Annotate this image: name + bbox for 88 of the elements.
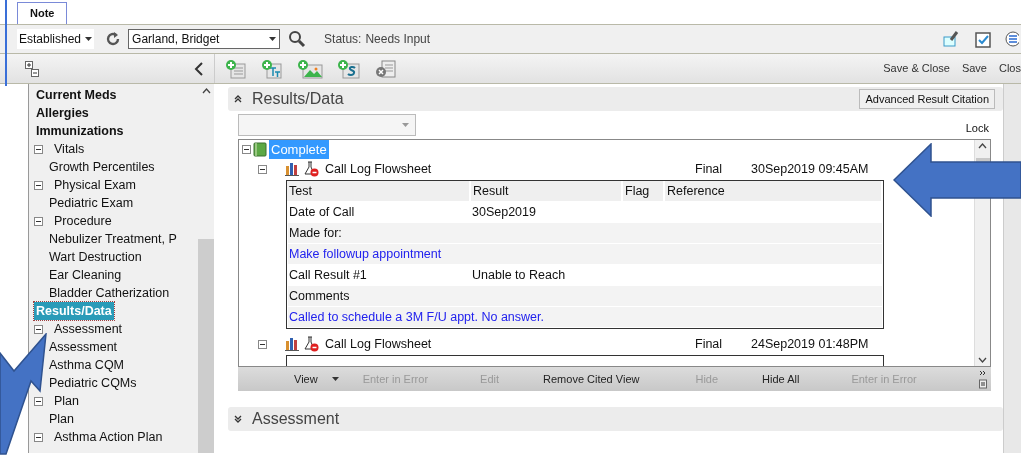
nav-item[interactable]: Plan [47,409,77,429]
test-name: Made for: [288,224,343,242]
flask-icon [303,161,319,177]
add-signature-icon[interactable] [337,58,361,79]
nav-item[interactable]: Current Meds [34,85,119,105]
add-text-icon[interactable] [261,58,283,79]
result-value: 30Sep2019 [472,203,536,221]
main-scrollbar[interactable] [1003,84,1021,453]
checkbox-icon[interactable] [975,30,991,48]
overflow-icon[interactable] [979,369,987,389]
visit-type-dropdown[interactable]: Established [17,29,95,49]
result-status: Final [695,335,724,353]
status-label: Status: [324,31,362,48]
column-header: Test [287,181,469,201]
collapse-panel-icon[interactable] [194,61,204,76]
toolbar-button[interactable]: Remove Cited View [543,370,640,388]
result-status: Final [695,160,724,178]
dropdown-caret-icon [85,37,93,41]
collapse-toggle-icon[interactable] [34,144,43,154]
nav-item[interactable]: Allergies [34,103,91,123]
nav-item[interactable]: Asthma Action Plan [52,427,165,447]
advanced-result-citation-button[interactable]: Advanced Result Citation [859,89,995,109]
flowsheet-title: Call Log Flowsheet [325,335,433,353]
column-header: Flag [623,181,663,201]
notebook-icon [253,142,267,157]
search-icon[interactable] [288,30,307,48]
collapse-toggle-icon[interactable] [34,324,43,334]
scroll-up-icon[interactable] [201,88,211,94]
result-comment: Make followup appointment [288,245,442,263]
flowsheet-title: Call Log Flowsheet [325,160,433,178]
nav-item[interactable]: Wart Destruction [47,247,144,267]
column-header: Reference [665,181,881,201]
dropdown-caret-icon [402,123,409,127]
nav-item[interactable]: Procedure [52,211,114,231]
result-datetime: 30Sep2019 09:45AM [751,160,869,178]
edit-icon[interactable] [943,31,959,47]
test-name: Call Result #1 [288,266,368,284]
dropdown-caret-icon [269,37,277,41]
nav-item[interactable]: Pediatric CQMs [47,373,139,393]
nav-item[interactable]: Vitals [52,139,87,159]
action-link[interactable]: Save & Close [883,60,950,77]
add-note-icon[interactable] [225,58,247,79]
nav-item[interactable]: Immunizations [34,121,126,141]
section-title: Results/Data [252,89,344,109]
action-link[interactable]: Clos [999,60,1021,77]
toolbar-button[interactable]: Hide All [762,370,800,388]
nav-item[interactable]: Growth Percentiles [47,157,157,177]
collapse-toggle-icon[interactable] [258,339,267,349]
collapse-toggle-icon[interactable] [34,432,43,442]
remove-note-icon[interactable] [375,58,397,79]
nav-item[interactable]: Assessment [52,319,125,339]
expand-section-icon[interactable] [234,415,242,423]
list-icon[interactable] [1005,31,1019,47]
result-value: Unable to Reach [472,266,566,284]
collapse-section-icon[interactable] [234,95,242,103]
nav-item[interactable]: Assessment [47,337,120,357]
result-comment: Called to schedule a 3M F/U appt. No answer. [288,308,544,326]
flowsheet-icon [285,337,301,351]
status-value: Needs Input [365,31,431,48]
flowsheet-icon [285,162,301,176]
result-datetime: 24Sep2019 01:48PM [751,335,869,353]
add-image-icon[interactable] [297,58,323,79]
collapse-toggle-icon[interactable] [242,145,251,154]
nav-item[interactable]: Ear Cleaning [47,265,124,285]
section-title: Assessment [252,409,340,429]
patient-combo[interactable]: Garland, Bridget [128,29,281,49]
collapse-toggle-icon[interactable] [258,164,267,174]
tab[interactable]: Note [17,2,68,24]
test-name: Date of Call [288,203,356,221]
flask-icon [303,336,319,352]
collapse-toggle-icon[interactable] [34,396,43,406]
action-link[interactable]: Save [961,60,987,77]
test-name: Comments [288,287,351,305]
column-header: Result [471,181,621,201]
scroll-down-icon[interactable] [978,357,987,363]
nav-item[interactable]: Pediatric Exam [47,193,136,213]
nav-item[interactable]: Nebulizer Treatment, P [47,229,179,249]
nav-item[interactable]: Physical Exam [52,175,138,195]
collapse-toggle-icon[interactable] [34,216,43,226]
nav-item[interactable]: Bladder Catherization [47,283,172,303]
scroll-up-icon[interactable] [978,143,987,149]
nav-item[interactable]: Asthma CQM [47,355,126,375]
lock-label: Lock [965,120,990,136]
collapse-toggle-icon[interactable] [34,180,43,190]
expand-collapse-icon[interactable] [25,60,39,77]
view-menu-button[interactable]: View [294,370,339,388]
dropdown-caret-icon [331,377,339,381]
nav-item[interactable]: Plan [52,391,82,411]
